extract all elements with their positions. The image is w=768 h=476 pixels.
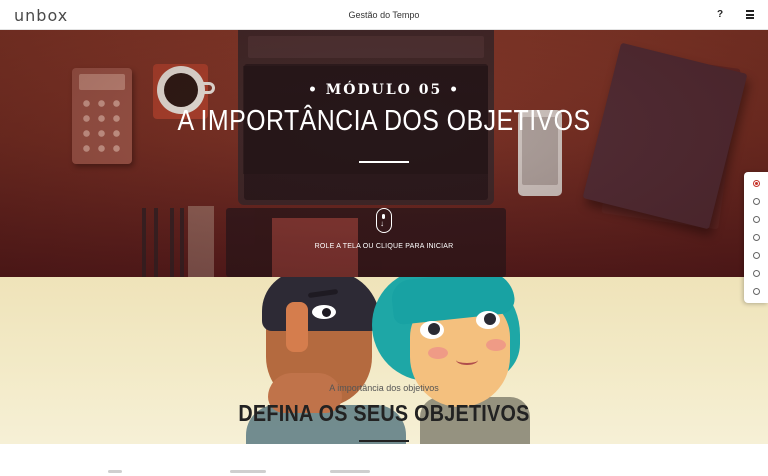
section-nav [744, 172, 768, 303]
title-divider [359, 161, 409, 163]
hamburger-menu-icon[interactable] [746, 10, 756, 19]
top-bar: unbox Gestão do Tempo ? [0, 0, 768, 30]
module-label: • MÓDULO 05 • [307, 82, 461, 98]
mouse-scroll-icon[interactable]: ↓ [376, 208, 392, 233]
page: unbox Gestão do Tempo ? • MÓDULO 05 • A … [0, 0, 768, 476]
nav-dot-3[interactable] [753, 216, 760, 223]
nav-dot-4[interactable] [753, 234, 760, 241]
nav-dot-7[interactable] [753, 288, 760, 295]
help-button[interactable]: ? [717, 9, 723, 20]
hero-section: • MÓDULO 05 • A IMPORTÂNCIA DOS OBJETIVO… [0, 30, 768, 277]
section-subtitle: A importância dos objetivos [329, 383, 439, 393]
nav-dot-1[interactable] [753, 180, 760, 187]
next-content-strip [0, 444, 768, 476]
course-title: Gestão do Tempo [348, 10, 420, 20]
section-title: DEFINA OS SEUS OBJETIVOS [238, 400, 530, 426]
start-prompt[interactable]: ROLE A TELA OU CLIQUE PARA INICIAR [0, 243, 768, 250]
module-title: A IMPORTÂNCIA DOS OBJETIVOS [177, 105, 591, 137]
nav-dot-6[interactable] [753, 270, 760, 277]
section-divider [359, 440, 409, 442]
objectives-section: A importância dos objetivos DEFINA OS SE… [0, 277, 768, 444]
nav-dot-5[interactable] [753, 252, 760, 259]
nav-dot-2[interactable] [753, 198, 760, 205]
